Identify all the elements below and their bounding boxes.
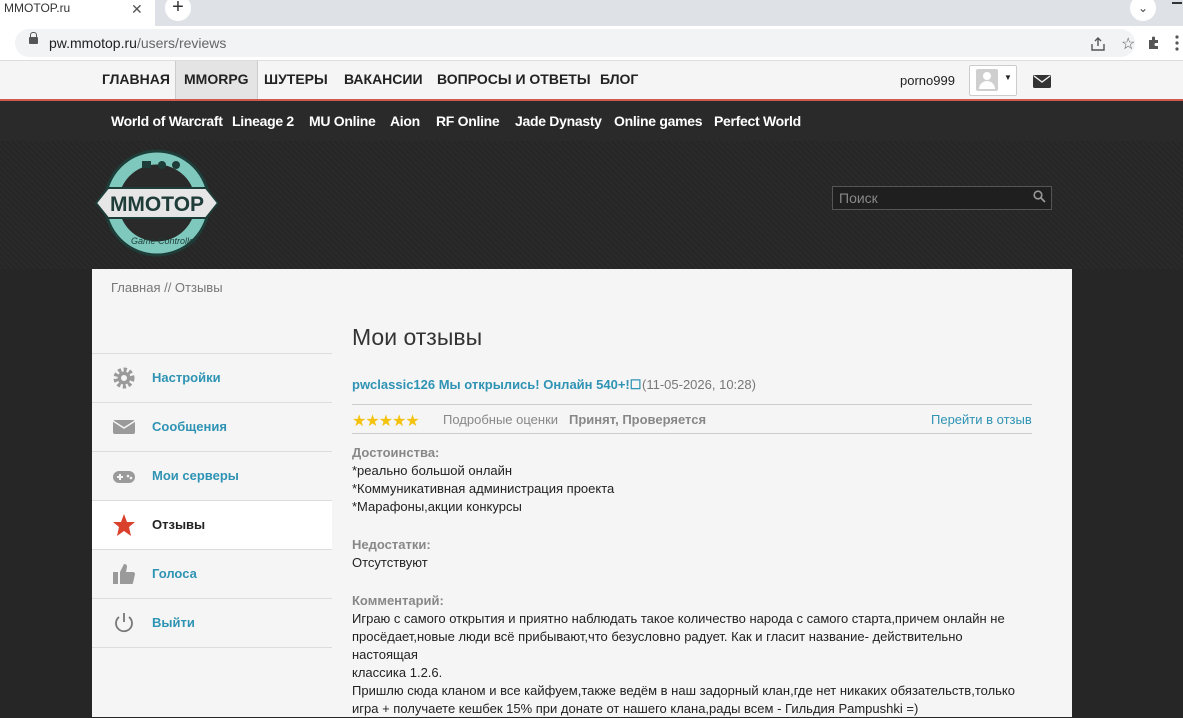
sidebar-item-messages[interactable]: Сообщения [92, 402, 332, 451]
game-link-aion[interactable]: Aion [390, 113, 420, 129]
sidebar-item-votes[interactable]: Голоса [92, 549, 332, 598]
pros-section: Достоинства: *реально большой онлайн *Ко… [352, 444, 614, 516]
minimize-icon[interactable] [1172, 2, 1182, 4]
close-tab-icon[interactable]: ✕ [131, 1, 143, 18]
review-server-link[interactable]: pwclassic126 Мы открылись! Онлайн 540+!☐ [352, 377, 641, 393]
caret-down-icon: ▼ [1004, 73, 1012, 82]
url-text[interactable]: pw.mmotop.ru/users/reviews [49, 35, 226, 51]
bookmark-star-icon[interactable]: ☆ [1121, 34, 1135, 54]
comment-line: просёдает,новые люди всё прибывают,что б… [352, 629, 963, 662]
nav-item-qa[interactable]: ВОПРОСЫ И ОТВЕТЫ [437, 61, 591, 99]
mmotop-logo[interactable]: MMOTOP Game Controller [94, 148, 220, 258]
url-host: pw.mmotop.ru [49, 35, 137, 51]
comment-section: Комментарий: Играю с самого открытия и п… [352, 592, 1032, 718]
nav-item-mmorpg[interactable]: MMORPG [175, 61, 258, 99]
browser-tab[interactable]: MMOTOP.ru ✕ [0, 0, 155, 26]
detailed-ratings-link[interactable]: Подробные оценки [443, 412, 558, 427]
sidebar-item-reviews[interactable]: Отзывы [92, 500, 332, 549]
game-link-jade-dynasty[interactable]: Jade Dynasty [515, 113, 602, 129]
game-link-perfect-world[interactable]: Perfect World [714, 113, 801, 129]
lock-icon[interactable] [29, 32, 38, 44]
sidebar-item-my-servers[interactable]: Мои серверы [92, 451, 332, 500]
url-field[interactable]: pw.mmotop.ru/users/reviews ☆ [15, 29, 1135, 57]
tab-search-chevron-icon[interactable]: ⌄ [1130, 0, 1156, 21]
url-path: /users/reviews [136, 35, 227, 51]
browser-menu-icon[interactable] [1174, 35, 1180, 51]
review-status: Принят, Проверяется [569, 412, 707, 427]
cons-heading: Недостатки: [352, 537, 431, 552]
extensions-puzzle-icon[interactable] [1146, 35, 1162, 51]
sidebar-item-label: Выйти [152, 615, 195, 630]
sidebar-item-logout[interactable]: Выйти [92, 598, 332, 648]
sidebar-item-settings[interactable]: Настройки [92, 353, 332, 402]
sidebar-item-label: Мои серверы [152, 468, 239, 483]
logo-subtext: Game Controller [131, 236, 198, 246]
site-top-nav: ГЛАВНАЯ MMORPG ШУТЕРЫ ВАКАНСИИ ВОПРОСЫ И… [0, 61, 1183, 101]
pros-heading: Достоинства: [352, 445, 440, 460]
nav-item-shooters[interactable]: ШУТЕРЫ [264, 61, 328, 99]
comment-line: классика 1.2.6. [352, 665, 443, 680]
divider [352, 404, 1032, 405]
game-link-lineage2[interactable]: Lineage 2 [232, 113, 294, 129]
breadcrumb[interactable]: Главная // Отзывы [111, 280, 223, 295]
divider [352, 433, 1032, 434]
gear-icon [113, 367, 135, 389]
goto-review-link[interactable]: Перейти в отзыв [931, 412, 1032, 427]
user-menu-button[interactable]: ▼ [969, 65, 1017, 96]
power-icon [115, 613, 133, 633]
pros-line: *Коммуникативная администрация проекта [352, 481, 615, 496]
pros-line: *реально большой онлайн [352, 463, 513, 478]
sidebar-item-label: Голоса [152, 566, 197, 581]
comment-heading: Комментарий: [352, 593, 444, 608]
star-icon [113, 514, 135, 536]
username[interactable]: porno999 [900, 73, 955, 88]
logo-text: MMOTOP [110, 193, 204, 216]
games-bar: World of Warcraft Lineage 2 MU Online Ai… [0, 101, 1183, 141]
search-input[interactable] [833, 187, 1023, 209]
browser-tab-strip: MMOTOP.ru ✕ + ⌄ [0, 0, 1183, 26]
review-date: (11-05-2026, 10:28) [642, 377, 756, 392]
sidebar-item-label: Сообщения [152, 419, 227, 434]
game-link-online-games[interactable]: Online games [614, 113, 703, 129]
address-bar: pw.mmotop.ru/users/reviews ☆ [0, 26, 1183, 61]
page-title: Мои отзывы [352, 324, 483, 350]
mail-icon[interactable] [1033, 75, 1051, 88]
comment-line: игра + получаете кешбек 15% при донате о… [352, 701, 919, 716]
game-link-mu-online[interactable]: MU Online [309, 113, 376, 129]
nav-item-blog[interactable]: БЛОГ [600, 61, 638, 99]
comment-line: Играю с самого открытия и приятно наблюд… [352, 611, 1005, 626]
cons-text: Отсутствуют [352, 555, 428, 570]
cons-section: Недостатки: Отсутствуют [352, 536, 431, 572]
new-tab-button[interactable]: + [165, 0, 191, 21]
pros-line: *Марафоны,акции конкурсы [352, 499, 522, 514]
tab-title: MMOTOP.ru [4, 1, 71, 15]
envelope-icon [112, 420, 136, 434]
nav-item-vacancies[interactable]: ВАКАНСИИ [344, 61, 423, 99]
avatar [976, 69, 998, 91]
share-icon[interactable] [1090, 36, 1106, 52]
game-link-wow[interactable]: World of Warcraft [111, 113, 223, 129]
rating-stars: ★★★★★ [352, 413, 420, 430]
comment-line: Пришлю сюда кланом и все кайфуем,также в… [352, 683, 1015, 698]
sidebar-item-label: Настройки [152, 370, 221, 385]
sidebar-item-label: Отзывы [152, 517, 206, 532]
search-icon[interactable] [1033, 190, 1046, 203]
gamepad-icon [113, 471, 135, 483]
content-panel: Главная // Отзывы Настройки Сообщения Мо… [92, 269, 1072, 717]
sidebar: Настройки Сообщения Мои серверы Отзывы Г… [92, 353, 332, 648]
nav-item-home[interactable]: ГЛАВНАЯ [102, 61, 170, 99]
game-link-rf-online[interactable]: RF Online [436, 113, 500, 129]
thumbs-up-icon [113, 564, 135, 584]
search-box [832, 186, 1052, 210]
